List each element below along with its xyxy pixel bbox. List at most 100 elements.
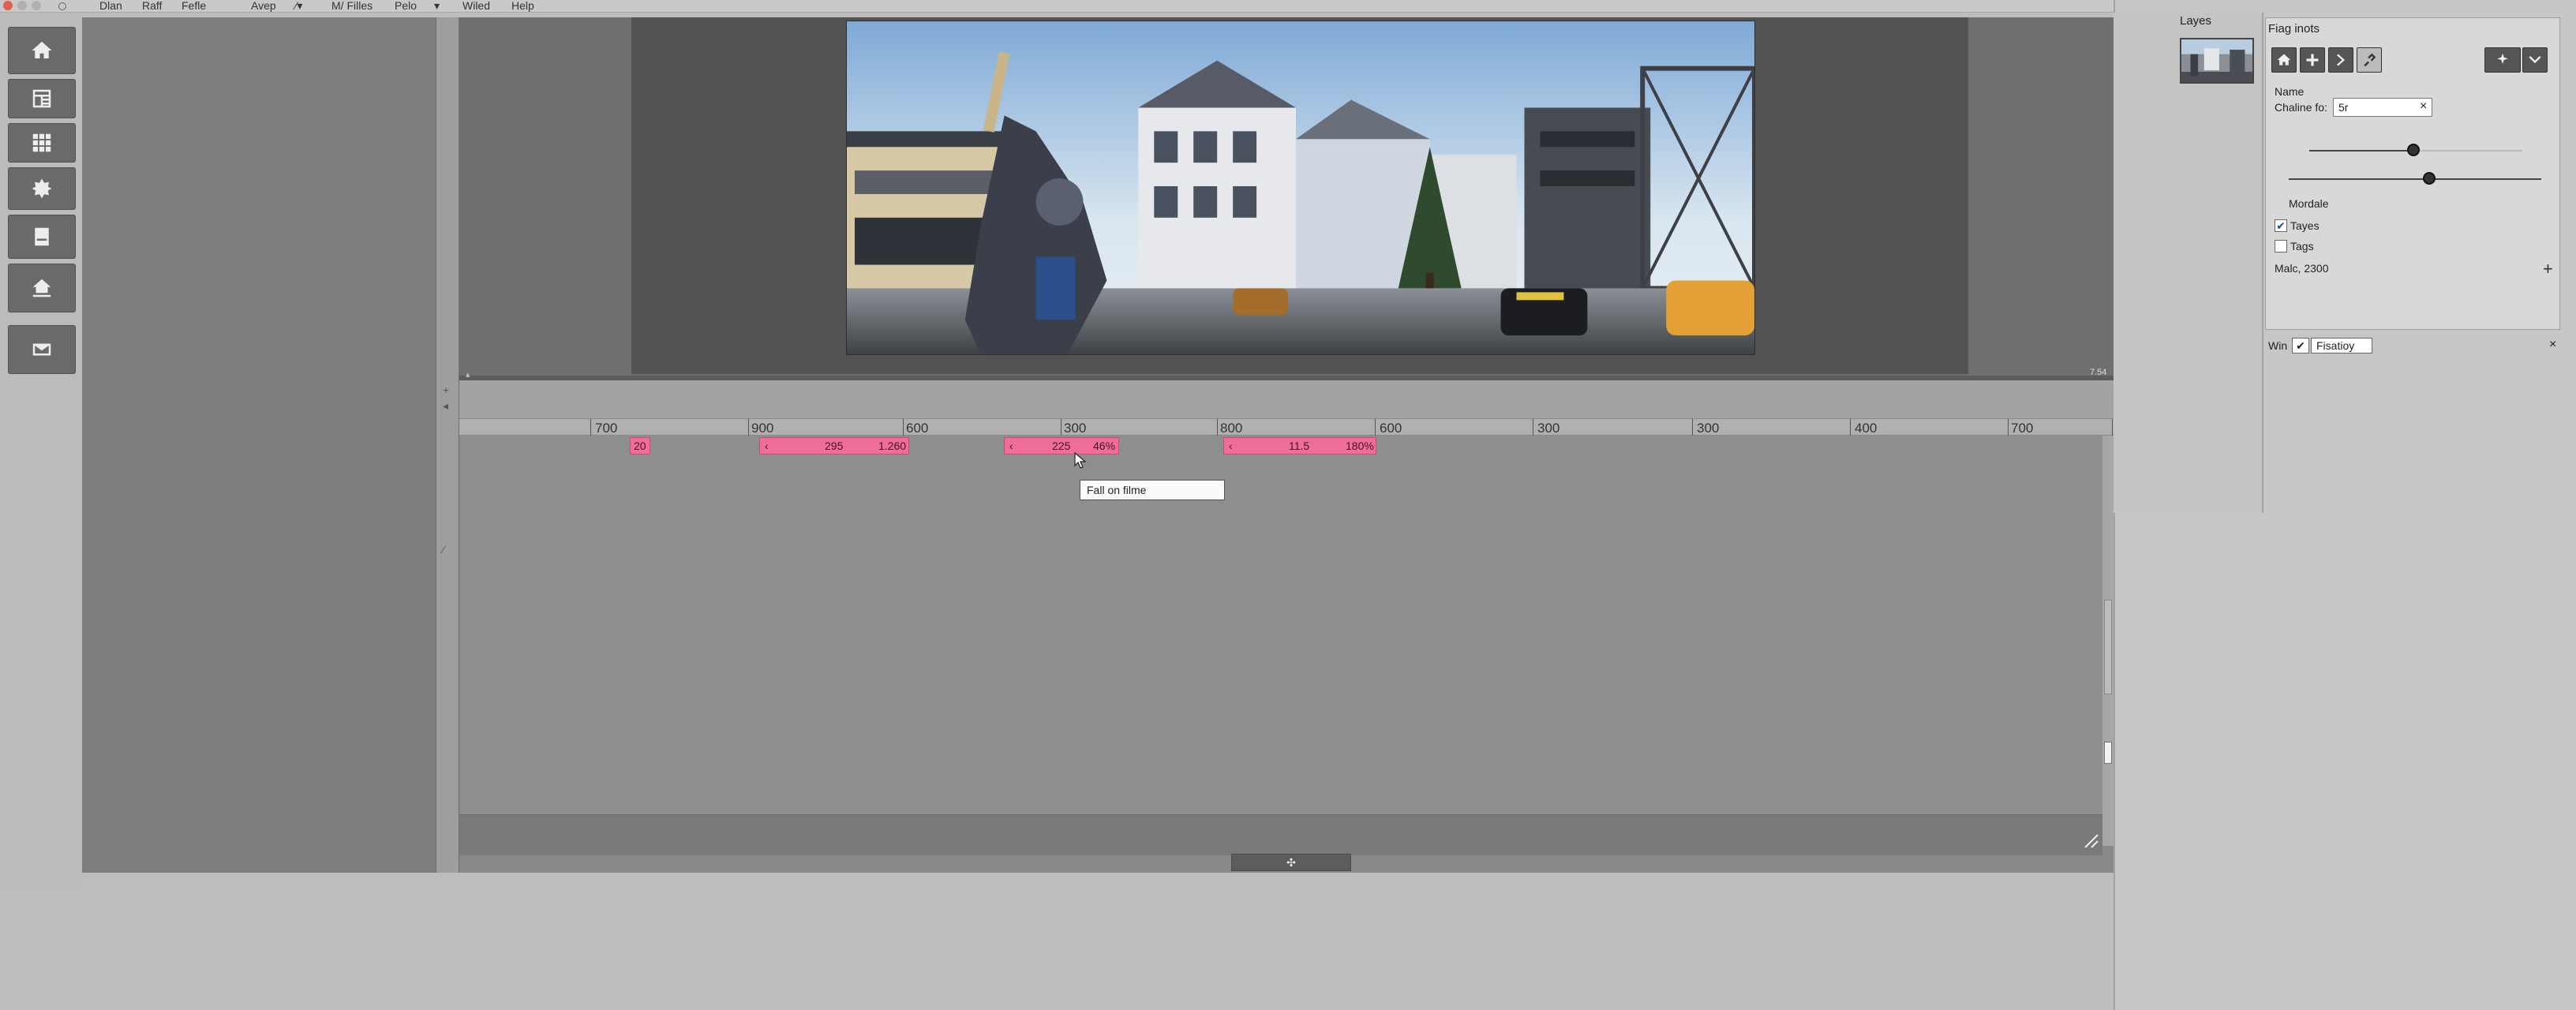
layer-thumbnail-image	[2181, 39, 2252, 82]
timeline-clip[interactable]: ‹ 11.5 180%	[1223, 437, 1376, 454]
layers-title: Layes	[2180, 14, 2212, 28]
media-browser-panel	[82, 17, 436, 873]
ruler-tick	[1217, 419, 1218, 436]
sparkle-icon	[2497, 53, 2508, 64]
chevron-down-icon[interactable]: ▾	[434, 0, 440, 11]
menu-item-raff[interactable]: Raff	[142, 0, 162, 11]
plus-icon	[2306, 54, 2319, 66]
apple-menu-icon[interactable]	[58, 2, 66, 10]
ruler-tick	[590, 419, 591, 436]
slider-track[interactable]	[2289, 178, 2541, 180]
win-checkbox[interactable]: ✔	[2292, 338, 2309, 354]
slider-track[interactable]	[2309, 150, 2412, 152]
add-icon[interactable]: +	[2543, 259, 2553, 279]
slider-knob[interactable]	[2407, 144, 2420, 156]
close-icon[interactable]: ×	[2549, 338, 2556, 352]
close-window-icon[interactable]	[3, 1, 13, 10]
tooltip: Fall on filme	[1080, 480, 1225, 500]
menu-item-avep[interactable]: Avep	[251, 0, 276, 11]
menu-item-help[interactable]: Help	[511, 0, 534, 11]
link-icon	[2364, 53, 2376, 67]
viewer-expand-icon[interactable]: ▴	[466, 369, 470, 380]
tayes-checkbox[interactable]: ✔	[2275, 219, 2287, 232]
home-tool-button[interactable]	[8, 27, 76, 74]
ruler-label: 600	[1380, 421, 1402, 436]
home-property-button[interactable]	[2271, 47, 2297, 73]
effects-icon	[32, 178, 52, 199]
zoom-window-icon[interactable]	[32, 1, 41, 10]
ruler-label: 700	[2011, 421, 2034, 436]
document-tool-button[interactable]	[8, 215, 76, 259]
panel-divider[interactable]: + ◂ ⁄	[436, 17, 459, 873]
timeline-scroll-handle[interactable]	[2104, 742, 2112, 764]
tayes-label: Tayes	[2290, 219, 2320, 232]
ruler-tick	[903, 419, 904, 436]
clip-end-value: 46%	[1093, 440, 1116, 452]
resize-handle-icon[interactable]: ⁄	[443, 543, 444, 556]
ruler-label: 300	[1537, 421, 1560, 436]
tags-label: Tags	[2290, 240, 2314, 252]
import-tool-button[interactable]	[8, 264, 76, 312]
chevron-right-icon	[2337, 54, 2345, 66]
clip-start-value: 225	[1052, 440, 1071, 452]
timeline-horizontal-scroll-thumb[interactable]: ✣	[1231, 854, 1351, 871]
slider-track-remaining	[2412, 150, 2522, 152]
link-property-button[interactable]	[2357, 47, 2382, 73]
clip-end-value: 180%	[1346, 440, 1374, 452]
ruler-label: 600	[906, 421, 929, 436]
clip-end-value: 1.260	[878, 440, 907, 452]
ruler-tick	[1850, 419, 1851, 436]
layers-panel	[2114, 13, 2263, 513]
export-tool-button[interactable]	[8, 325, 76, 374]
clip-start-value: 295	[825, 440, 844, 452]
layer-thumbnail[interactable]	[2180, 38, 2254, 84]
effects-tool-button[interactable]	[8, 167, 76, 210]
video-preview-frame[interactable]	[846, 21, 1755, 355]
menu-item-pelo[interactable]: Pelo	[395, 0, 417, 11]
left-arrow-icon[interactable]: ◂	[443, 399, 448, 413]
ruler-tick	[1692, 419, 1693, 436]
layout-tool-button[interactable]	[8, 79, 76, 118]
win-label: Win	[2268, 339, 2288, 352]
grid-tool-button[interactable]	[8, 123, 76, 163]
ruler-tick	[2112, 419, 2113, 436]
slider-knob[interactable]	[2423, 172, 2436, 185]
tags-checkbox[interactable]	[2275, 240, 2287, 252]
effects-property-button[interactable]	[2484, 47, 2521, 73]
chaline-input[interactable]: 5r	[2333, 98, 2432, 117]
menu-item-fefle[interactable]: Fefle	[182, 0, 206, 11]
clip-start-value: 20	[634, 440, 646, 452]
timeline-scroll-thumb[interactable]	[2104, 600, 2112, 694]
collapse-arrow-icon[interactable]: +	[443, 383, 449, 396]
menu-item-dlan[interactable]: Dlan	[99, 0, 122, 11]
viewer-corner-label: 7.54	[2090, 368, 2107, 377]
clip-chevron-left-icon: ‹	[1229, 440, 1233, 452]
menu-item-wiled[interactable]: Wiled	[462, 0, 490, 11]
forward-property-button[interactable]	[2328, 47, 2353, 73]
brush-icon[interactable]: ⁄▾	[295, 0, 302, 11]
minimize-window-icon[interactable]	[17, 1, 27, 10]
menu-item-mfilles[interactable]: M/ Filles	[331, 0, 373, 11]
layout-icon	[32, 89, 51, 108]
import-icon	[32, 279, 51, 297]
tool-strip	[0, 13, 82, 885]
panel-menu-button[interactable]	[2522, 47, 2548, 73]
home-icon	[2277, 54, 2291, 65]
win-field[interactable]: Fisatioy	[2311, 338, 2372, 354]
timeline-ruler[interactable]: 700 900 600 300 800 600 300 300 400 700	[459, 418, 2114, 436]
section-label: Mordale	[2289, 197, 2329, 210]
timeline-clip[interactable]: ‹ 225 46%	[1004, 437, 1119, 454]
ruler-tick	[2008, 419, 2009, 436]
timeline-clip[interactable]: 20	[630, 437, 650, 454]
ruler-tick	[748, 419, 749, 436]
ruler-tick	[1375, 419, 1376, 436]
chaline-label: Chaline fo:	[2275, 101, 2327, 114]
timeline-clip[interactable]: ‹ 295 1.260	[759, 437, 909, 454]
grid-icon	[32, 133, 51, 152]
malc-label: Malc, 2300	[2275, 262, 2329, 275]
ruler-label: 700	[595, 421, 618, 436]
add-property-button[interactable]	[2300, 47, 2325, 73]
timeline-tracks[interactable]	[459, 436, 2102, 814]
clear-input-icon[interactable]: ×	[2420, 99, 2427, 114]
resize-corner-icon[interactable]	[2084, 833, 2099, 849]
